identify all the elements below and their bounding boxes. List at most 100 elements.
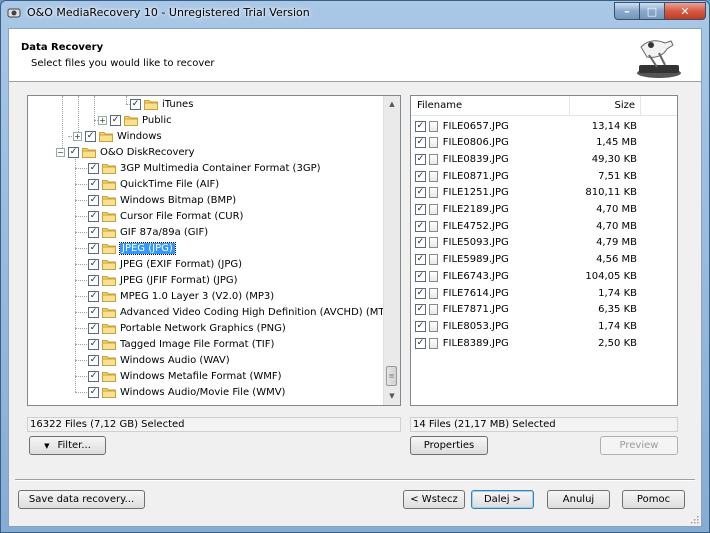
file-checkbox[interactable]: ✓ (415, 204, 426, 215)
file-checkbox[interactable]: ✓ (415, 153, 426, 165)
tree-item-checkbox[interactable]: ✓ (88, 194, 99, 206)
file-checkbox[interactable]: ✓ (415, 170, 426, 182)
tree-item[interactable]: ✓ Advanced Video Coding High Definition (… (88, 304, 395, 320)
tree-item-checkbox[interactable]: ✓ (130, 98, 141, 110)
tree-item-checkbox[interactable]: ✓ (88, 210, 99, 222)
cancel-button[interactable]: Anuluj (547, 490, 610, 509)
tree-item-checkbox[interactable]: ✓ (88, 386, 99, 398)
tree-item[interactable]: ✓ Windows Bitmap (BMP) (88, 192, 236, 208)
scroll-down-icon[interactable]: ▼ (384, 388, 400, 404)
tree-item[interactable]: ✓ Cursor File Format (CUR) (88, 208, 243, 224)
tree-item[interactable]: ✓ Tagged Image File Format (TIF) (88, 336, 274, 352)
next-button[interactable]: Dalej > (471, 490, 534, 509)
file-row[interactable]: ✓ FILE1251.JPG 810,11 KB (415, 185, 637, 201)
file-list[interactable]: Filename Size ✓ FILE0657.JPG 13,14 KB ✓ FILE… (410, 95, 678, 406)
tree-item-checkbox[interactable]: ✓ (88, 162, 99, 174)
file-row[interactable]: ✓ FILE0839.JPG 49,30 KB (415, 151, 637, 167)
expand-icon[interactable]: + (98, 115, 107, 125)
tree-item[interactable]: ✓ QuickTime File (AIF) (88, 176, 219, 192)
file-checkbox[interactable]: ✓ (415, 237, 426, 249)
file-icon (428, 254, 438, 266)
file-row[interactable]: ✓ FILE5989.JPG 4,56 MB (415, 252, 637, 268)
properties-button[interactable]: Properties (410, 436, 488, 455)
tree-item-checkbox[interactable]: ✓ (88, 290, 99, 302)
resize-grip-icon[interactable] (689, 514, 699, 524)
tree-item-checkbox[interactable]: ✓ (88, 306, 99, 318)
file-checkbox[interactable]: ✓ (415, 137, 426, 149)
file-row[interactable]: ✓ FILE7871.JPG 6,35 KB (415, 302, 637, 318)
file-checkbox[interactable]: ✓ (415, 304, 426, 316)
maximize-button[interactable]: □ (639, 2, 665, 20)
file-row[interactable]: ✓ FILE8053.JPG 1,74 KB (415, 318, 637, 334)
file-row[interactable]: ✓ FILE7614.JPG 1,74 KB (415, 285, 637, 301)
tree-item[interactable]: − ✓ O&O DiskRecovery (56, 144, 195, 160)
folder-icon (102, 227, 116, 238)
tree-item-checkbox[interactable]: ✓ (88, 178, 99, 190)
tree-item[interactable]: ✓ Windows Audio (WAV) (88, 352, 230, 368)
tree-item[interactable]: ✓ Portable Network Graphics (PNG) (88, 320, 286, 336)
file-checkbox[interactable]: ✓ (415, 220, 426, 232)
file-row[interactable]: ✓ FILE2189.JPG 4,70 MB (415, 202, 637, 218)
scroll-up-icon[interactable]: ▲ (384, 96, 400, 112)
tree-item-label: Advanced Video Coding High Definition (A… (120, 306, 395, 318)
scroll-thumb[interactable]: ≡ (386, 366, 397, 386)
file-name: FILE4752.JPG (442, 220, 509, 232)
column-header-size[interactable]: Size (569, 100, 635, 111)
minimize-button[interactable]: – (614, 2, 640, 20)
tree-connector-line (75, 184, 87, 185)
help-button[interactable]: Pomoc (622, 490, 685, 509)
tree-item[interactable]: ✓ JPEG (EXIF Format) (JPG) (88, 256, 242, 272)
tree-item-label: JPEG (JPG) (119, 241, 176, 255)
wizard-header: Data Recovery Select files you would lik… (9, 29, 701, 82)
expand-icon[interactable]: + (73, 131, 82, 141)
tree-item[interactable]: ✓ GIF 87a/89a (GIF) (88, 224, 208, 240)
tree-item-checkbox[interactable]: ✓ (88, 338, 99, 350)
tree-item-checkbox[interactable]: ✓ (88, 370, 99, 382)
file-checkbox[interactable]: ✓ (415, 254, 426, 266)
tree-item[interactable]: ✓ JPEG (JPG) (88, 240, 176, 256)
tree-item[interactable]: + ✓ Windows (73, 128, 162, 144)
back-button[interactable]: < Wstecz (403, 490, 465, 509)
file-row[interactable]: ✓ FILE8389.JPG 2,50 KB (415, 335, 637, 351)
file-row[interactable]: ✓ FILE0806.JPG 1,45 MB (415, 135, 637, 151)
tree-item-checkbox[interactable]: ✓ (88, 242, 99, 254)
file-row[interactable]: ✓ FILE5093.JPG 4,79 MB (415, 235, 637, 251)
folder-tree[interactable]: ✓ iTunes + ✓ Public + ✓ Windows − ✓ O&O DiskRecove… (27, 95, 401, 406)
file-checkbox[interactable]: ✓ (415, 270, 426, 282)
tree-item[interactable]: ✓ MPEG 1.0 Layer 3 (V2.0) (MP3) (88, 288, 274, 304)
tree-item-checkbox[interactable]: ✓ (68, 146, 79, 158)
tree-item[interactable]: ✓ JPEG (JFIF Format) (JPG) (88, 272, 238, 288)
file-row[interactable]: ✓ FILE4752.JPG 4,70 MB (415, 218, 637, 234)
tree-item-checkbox[interactable]: ✓ (88, 322, 99, 334)
file-checkbox[interactable]: ✓ (415, 337, 426, 349)
tree-connector-line (75, 360, 87, 361)
file-checkbox[interactable]: ✓ (415, 120, 426, 132)
column-divider[interactable] (640, 96, 641, 115)
tree-item[interactable]: ✓ iTunes (130, 96, 193, 112)
tree-item[interactable]: ✓ 3GP Multimedia Container Format (3GP) (88, 160, 321, 176)
tree-scrollbar[interactable]: ▲ ≡ ▼ (383, 96, 400, 405)
folder-icon (102, 243, 116, 254)
column-header-filename[interactable]: Filename (417, 100, 462, 111)
preview-button[interactable]: Preview (600, 436, 678, 455)
save-recovery-button[interactable]: Save data recovery... (18, 490, 145, 509)
tree-item[interactable]: ✓ Windows Audio/Movie File (WMV) (88, 384, 285, 400)
tree-item-checkbox[interactable]: ✓ (88, 226, 99, 238)
folder-icon (102, 323, 116, 334)
tree-item[interactable]: ✓ Windows Metafile Format (WMF) (88, 368, 282, 384)
file-checkbox[interactable]: ✓ (415, 187, 426, 199)
tree-item-checkbox[interactable]: ✓ (88, 258, 99, 270)
file-row[interactable]: ✓ FILE6743.JPG 104,05 KB (415, 268, 637, 284)
tree-item-checkbox[interactable]: ✓ (85, 130, 96, 142)
file-row[interactable]: ✓ FILE0657.JPG 13,14 KB (415, 118, 637, 134)
file-checkbox[interactable]: ✓ (415, 287, 426, 299)
filter-button[interactable]: ▼ Filter... (29, 436, 106, 455)
file-checkbox[interactable]: ✓ (415, 320, 426, 332)
close-button[interactable]: ✕ (664, 2, 706, 20)
tree-item-checkbox[interactable]: ✓ (110, 114, 121, 126)
file-row[interactable]: ✓ FILE0871.JPG 7,51 KB (415, 168, 637, 184)
tree-item-checkbox[interactable]: ✓ (88, 354, 99, 366)
tree-item-checkbox[interactable]: ✓ (88, 274, 99, 286)
tree-item[interactable]: + ✓ Public (98, 112, 172, 128)
collapse-icon[interactable]: − (56, 147, 65, 157)
